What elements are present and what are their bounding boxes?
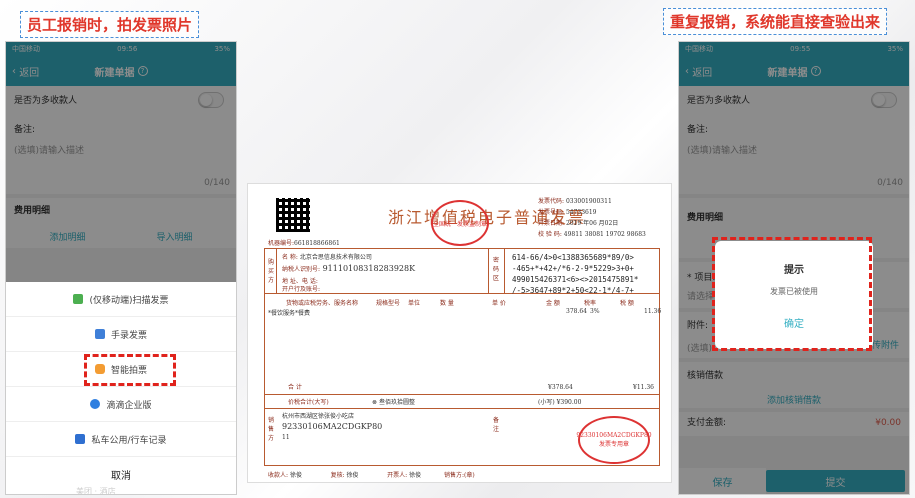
left-phone-screen: 中国移动 09:56 35% ‹ 返回 新建单据 ? 是否为多收款人 备注: (…	[5, 41, 237, 495]
qr-code	[276, 198, 310, 232]
cipher-line: 614-66/4>0<1388365689*89/0>	[512, 253, 634, 262]
total-tax: ¥11.36	[633, 384, 654, 391]
total-amount: ¥378.64	[548, 384, 573, 391]
caption-left: 员工报销时，拍发票照片	[20, 11, 200, 38]
didi-icon	[90, 399, 101, 409]
invoice-meta: 发票代码: 033001900311 发票号码: 54733619 开票日期: …	[538, 198, 646, 238]
cipher-area: 614-66/4>0<1388365689*89/0> -465+*+42+/*…	[512, 252, 638, 296]
cipher-line: 499015426371<6><>2015475891*	[512, 275, 639, 284]
manual-invoice-icon	[94, 329, 105, 339]
buyer-bank-label: 开户行及账号:	[282, 286, 321, 293]
col-spec: 规格型号	[376, 300, 401, 307]
cipher-line: -465+*+42+/*6-2-9*5229>3+0+	[512, 264, 634, 273]
col-name: 货物或应税劳务、服务名称	[286, 300, 359, 307]
machine-number: 机器编号:661818866861	[268, 240, 340, 247]
col-qty: 数 量	[440, 300, 454, 307]
cipher-line: /-5>3647+89*2+50<22-1*/4-7+	[512, 286, 634, 295]
grand-total-label: 价税合计(大写)	[288, 399, 329, 406]
col-rate: 税率	[584, 300, 597, 307]
seal-text: 发票专用章	[598, 441, 629, 448]
item-tax: 11.36	[644, 308, 662, 315]
invoice-image: 机器编号:661818866861 浙江增值税电子普通发票 全国统一发票监制章 …	[247, 183, 672, 483]
item-rate: 3%	[590, 308, 600, 315]
buyer-tax-id: 纳税人识别号: 91110108318283928K	[282, 264, 416, 273]
faded-option: 美团 · 酒店	[76, 487, 116, 494]
highlight-dialog	[712, 237, 872, 351]
divider	[488, 248, 489, 294]
buyer-side-label: 购买方	[268, 259, 275, 284]
grand-total-small: (小写) ¥390.00	[538, 399, 582, 406]
scan-icon	[73, 294, 84, 304]
scan-invoice-option[interactable]: (仅移动端)扫描发票	[6, 282, 236, 317]
col-price: 单 价	[492, 300, 506, 307]
col-amount: 金 额	[546, 300, 560, 307]
divider	[264, 394, 660, 395]
item-amount: 378.64	[566, 308, 587, 315]
option-label: (仅移动端)扫描发票	[89, 295, 169, 306]
remark-side-label: 备注	[493, 417, 500, 433]
option-label: 手录发票	[110, 330, 147, 341]
seller-tax-id: 92330106MA2CDGKP80	[282, 422, 383, 431]
highlight-smart-photo	[84, 354, 176, 386]
didi-option[interactable]: 滴滴企业版	[6, 387, 236, 422]
grand-total-words: ⊗ 叁佰玖拾圆整	[372, 399, 415, 406]
option-label: 滴滴企业版	[106, 400, 152, 411]
cipher-side-label: 密码区	[493, 257, 500, 282]
item-name: *餐饮服务*餐费	[268, 310, 311, 317]
supervision-stamp: 全国统一发票监制章	[431, 200, 489, 246]
total-label: 合 计	[288, 384, 302, 391]
divider	[276, 248, 277, 294]
divider	[504, 248, 505, 294]
car-record-option[interactable]: 私车公用/行车记录	[6, 422, 236, 457]
cancel-button[interactable]: 取消	[6, 457, 236, 492]
seller-side-label: 销售方	[268, 417, 275, 442]
divider	[264, 408, 660, 409]
caption-right: 重复报销，系统能直接查验出来	[663, 8, 888, 35]
col-unit: 单位	[408, 300, 421, 307]
manual-invoice-option[interactable]: 手录发票	[6, 317, 236, 352]
seller-seal: 92330106MA2CDGKP80 发票专用章	[576, 416, 652, 464]
invoice-footer: 收款人: 徐俊 复核: 徐俊 开票人: 徐俊 销售方:(章)	[268, 472, 475, 479]
col-tax: 税 额	[620, 300, 634, 307]
car-icon	[75, 434, 86, 444]
option-label: 私车公用/行车记录	[91, 435, 167, 446]
seller-name: 杭州市西湖区徐张俊小吃店	[282, 413, 355, 420]
seller-address: 11	[282, 434, 290, 441]
seal-id: 92330106MA2CDGKP80	[576, 432, 652, 439]
buyer-name: 名 称: 北京合思信息技术有限公司	[282, 254, 372, 261]
action-sheet: (仅移动端)扫描发票 手录发票 智能拍票 滴滴企业版 私车公用/行车记录 取消 …	[6, 282, 236, 494]
